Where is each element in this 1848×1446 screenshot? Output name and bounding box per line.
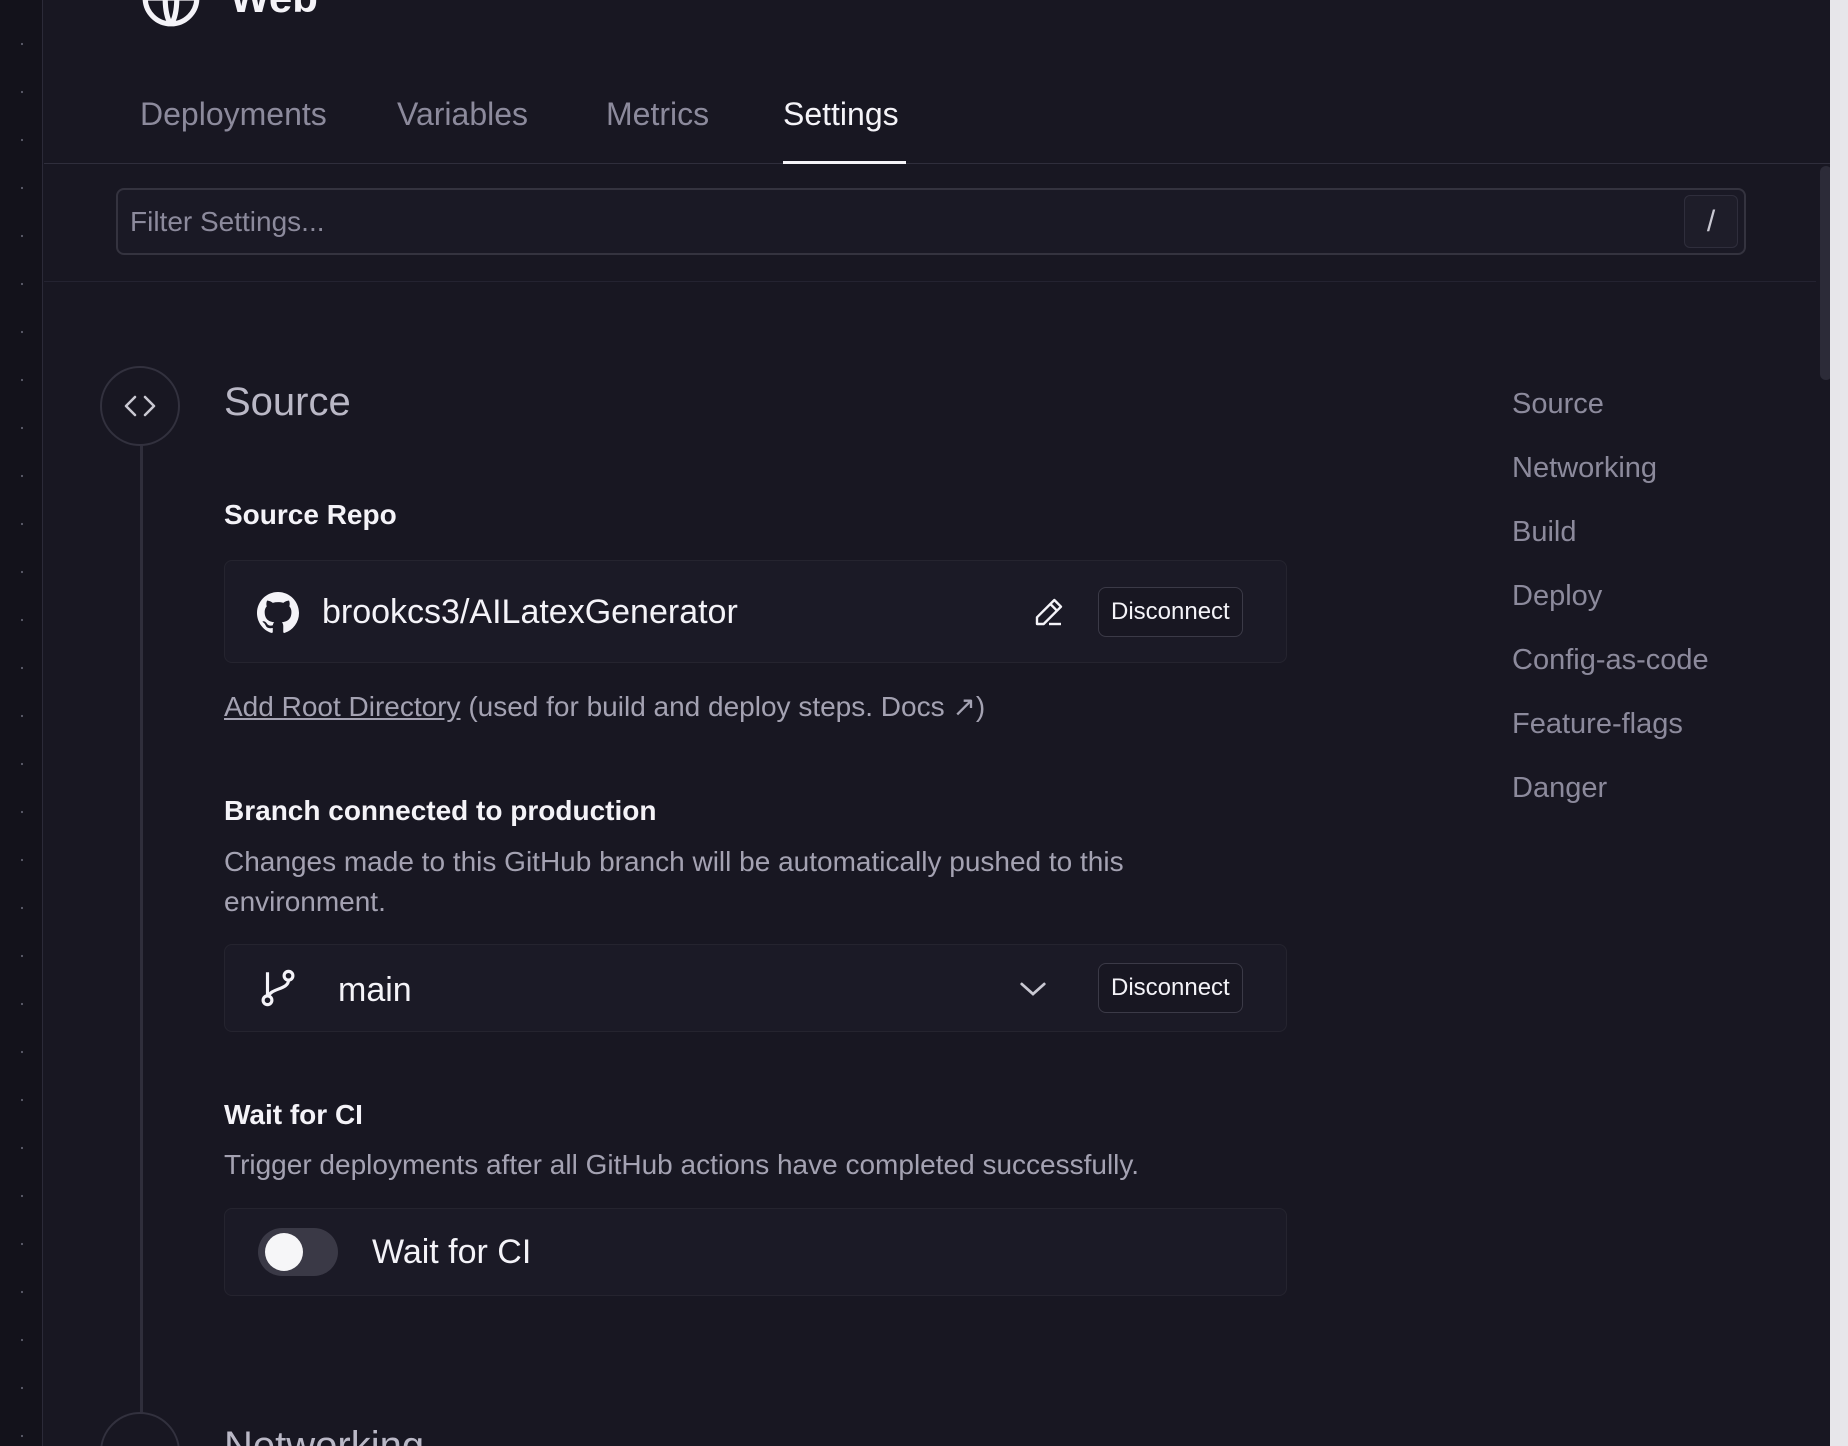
toggle-knob: [265, 1233, 303, 1271]
globe-icon: [142, 0, 200, 27]
github-icon: [257, 592, 299, 633]
code-brackets-icon: [124, 395, 156, 417]
window-scrollbar-track: [1830, 0, 1848, 1446]
nav-item-feature-flags[interactable]: Feature-flags: [1512, 708, 1709, 772]
source-repo-card: brookcs3/AILatexGenerator Disconnect: [224, 560, 1287, 663]
nav-item-config-as-code[interactable]: Config-as-code: [1512, 644, 1709, 708]
wait-ci-card: Wait for CI: [224, 1208, 1287, 1296]
wait-ci-toggle-label: Wait for CI: [372, 1233, 532, 1271]
root-directory-row: Add Root Directory (used for build and d…: [224, 690, 985, 723]
filter-bar: /: [44, 165, 1816, 282]
branch-description: Changes made to this GitHub branch will …: [224, 846, 1124, 917]
tab-bar: Deployments Variables Metrics Settings: [44, 88, 1830, 164]
section-title-networking: Networking: [224, 1424, 425, 1446]
service-header: Web: [140, 0, 318, 27]
repo-name: brookcs3/AILatexGenerator: [322, 593, 738, 631]
nav-item-deploy[interactable]: Deploy: [1512, 580, 1709, 644]
section-title-source: Source: [224, 380, 351, 424]
left-rail: [0, 0, 43, 1446]
source-repo-label: Source Repo: [224, 499, 397, 530]
filter-settings-input[interactable]: [130, 190, 1670, 253]
networking-section-node: [100, 1412, 180, 1446]
timeline-line: [140, 444, 143, 1414]
tab-variables[interactable]: Variables: [397, 96, 528, 133]
tab-metrics[interactable]: Metrics: [606, 96, 709, 133]
keyboard-shortcut-badge: /: [1684, 195, 1738, 248]
wait-ci-description: Trigger deployments after all GitHub act…: [224, 1149, 1140, 1180]
pencil-icon[interactable]: [1033, 596, 1065, 628]
branch-value: main: [338, 971, 412, 1009]
source-section-node: [100, 366, 180, 446]
root-directory-note: (used for build and deploy steps. Docs ↗…: [468, 691, 986, 722]
branch-card[interactable]: main Disconnect: [224, 944, 1287, 1032]
service-title: Web: [230, 0, 318, 22]
nav-item-source[interactable]: Source: [1512, 388, 1709, 452]
wait-ci-label: Wait for CI: [224, 1099, 363, 1130]
filter-box: /: [116, 188, 1746, 255]
settings-panel: Web Deployments Variables Metrics Settin…: [44, 0, 1832, 1446]
branch-disconnect-button[interactable]: Disconnect: [1098, 963, 1243, 1013]
nav-item-danger[interactable]: Danger: [1512, 772, 1709, 836]
repo-disconnect-button[interactable]: Disconnect: [1098, 587, 1243, 637]
git-branch-icon: [261, 969, 295, 1007]
branch-label: Branch connected to production: [224, 795, 657, 826]
settings-section-nav: Source Networking Build Deploy Config-as…: [1512, 388, 1709, 836]
nav-item-networking[interactable]: Networking: [1512, 452, 1709, 516]
wait-ci-toggle[interactable]: [258, 1228, 338, 1276]
add-root-directory-link[interactable]: Add Root Directory: [224, 691, 461, 722]
tab-deployments[interactable]: Deployments: [140, 96, 327, 133]
tab-settings[interactable]: Settings: [783, 96, 899, 133]
nav-item-build[interactable]: Build: [1512, 516, 1709, 580]
active-tab-indicator: [783, 161, 906, 164]
chevron-down-icon[interactable]: [1018, 978, 1048, 1000]
